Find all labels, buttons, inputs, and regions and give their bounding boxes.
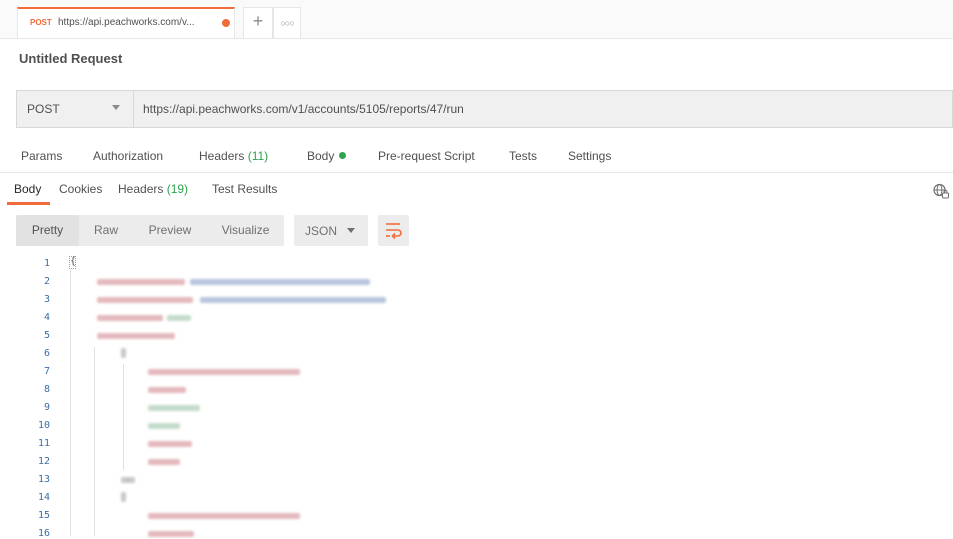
tab-tests[interactable]: Tests [509,149,537,163]
response-tabs: Body Cookies Headers (19) Test Results [0,173,953,205]
tab-headers-label: Headers [199,149,245,163]
redacted-text [121,477,135,483]
redacted-text [97,279,185,285]
line-number: 12 [37,456,50,467]
response-tab-headers[interactable]: Headers (19) [118,182,188,196]
redacted-text [148,369,300,375]
redacted-text [148,405,200,411]
redacted-text [97,333,175,339]
line-number: 13 [37,474,50,485]
view-visualize-button[interactable]: Visualize [207,215,284,246]
tab-headers[interactable]: Headers (11) [199,149,268,163]
request-tab-method: POST [30,18,52,27]
tab-strip: POST https://api.peachworks.com/v... + ○… [0,0,953,39]
method-select[interactable]: POST [17,91,134,127]
tab-settings[interactable]: Settings [568,149,611,163]
format-select-value: JSON [305,224,338,238]
line-number: 6 [43,348,50,359]
chevron-down-icon [112,105,120,110]
line-number: 10 [37,420,50,431]
tab-body-label: Body [307,149,335,163]
redacted-text [148,387,186,393]
globe-lock-icon[interactable] [933,183,949,199]
wrap-lines-button[interactable] [378,215,409,246]
view-preview-button[interactable]: Preview [133,215,207,246]
line-number: 9 [43,402,50,413]
line-number: 15 [37,510,50,521]
redacted-text [167,315,191,321]
format-select[interactable]: JSON [294,215,368,246]
redacted-text [148,441,192,447]
redacted-text [200,297,386,303]
redacted-text [148,423,180,429]
method-select-value: POST [27,102,60,116]
redacted-text [121,492,126,502]
tab-authorization[interactable]: Authorization [93,149,163,163]
redacted-text [97,297,193,303]
view-raw-button[interactable]: Raw [79,215,133,246]
tab-params[interactable]: Params [21,149,62,163]
code-line-1: { [70,256,77,267]
indent-guide [70,270,71,536]
body-status-dot [339,152,347,159]
response-body-code[interactable]: 1 2 3 4 5 6 7 8 9 10 11 12 13 14 15 16 { [0,255,953,539]
wrap-icon [386,223,402,240]
line-number: 5 [43,330,50,341]
indent-guide [123,364,124,470]
url-bar: POST [16,90,953,128]
redacted-text [121,348,126,358]
request-tabs: Params Authorization Headers (11) Body P… [0,146,953,173]
url-input[interactable] [134,91,952,127]
redacted-text [148,459,180,465]
line-number: 2 [43,276,50,287]
redacted-text [190,279,370,285]
response-tab-headers-label: Headers [118,182,164,196]
line-number: 16 [37,528,50,539]
response-tab-cookies[interactable]: Cookies [59,182,102,196]
line-number: 8 [43,384,50,395]
line-number: 14 [37,492,50,503]
unsaved-indicator [222,19,230,27]
chevron-down-icon [347,228,355,233]
redacted-text [148,513,300,519]
view-mode-group: Pretty Raw Preview Visualize [16,215,284,246]
tab-prerequest-script[interactable]: Pre-request Script [378,149,475,163]
request-tab[interactable]: POST https://api.peachworks.com/v... [17,7,235,38]
view-pretty-button[interactable]: Pretty [16,215,79,246]
response-tab-body[interactable]: Body [14,182,41,196]
tab-body[interactable]: Body [307,149,347,163]
redacted-text [148,531,194,537]
response-headers-count: (19) [166,182,189,196]
response-tab-test-results[interactable]: Test Results [212,182,277,196]
headers-count: (11) [247,149,269,163]
line-number: 3 [43,294,50,305]
line-number: 11 [37,438,50,449]
line-number: 1 [43,258,50,269]
line-number: 7 [43,366,50,377]
indent-guide [94,347,95,536]
plus-icon: + [252,11,264,31]
line-number: 4 [43,312,50,323]
active-tab-underline [7,202,50,205]
more-tabs-button[interactable]: ○○○ [273,7,301,38]
request-title[interactable]: Untitled Request [19,51,122,66]
redacted-text [97,315,163,321]
more-icon: ○○○ [280,18,294,28]
request-tab-url: https://api.peachworks.com/v... [58,17,195,28]
new-tab-button[interactable]: + [243,7,273,38]
